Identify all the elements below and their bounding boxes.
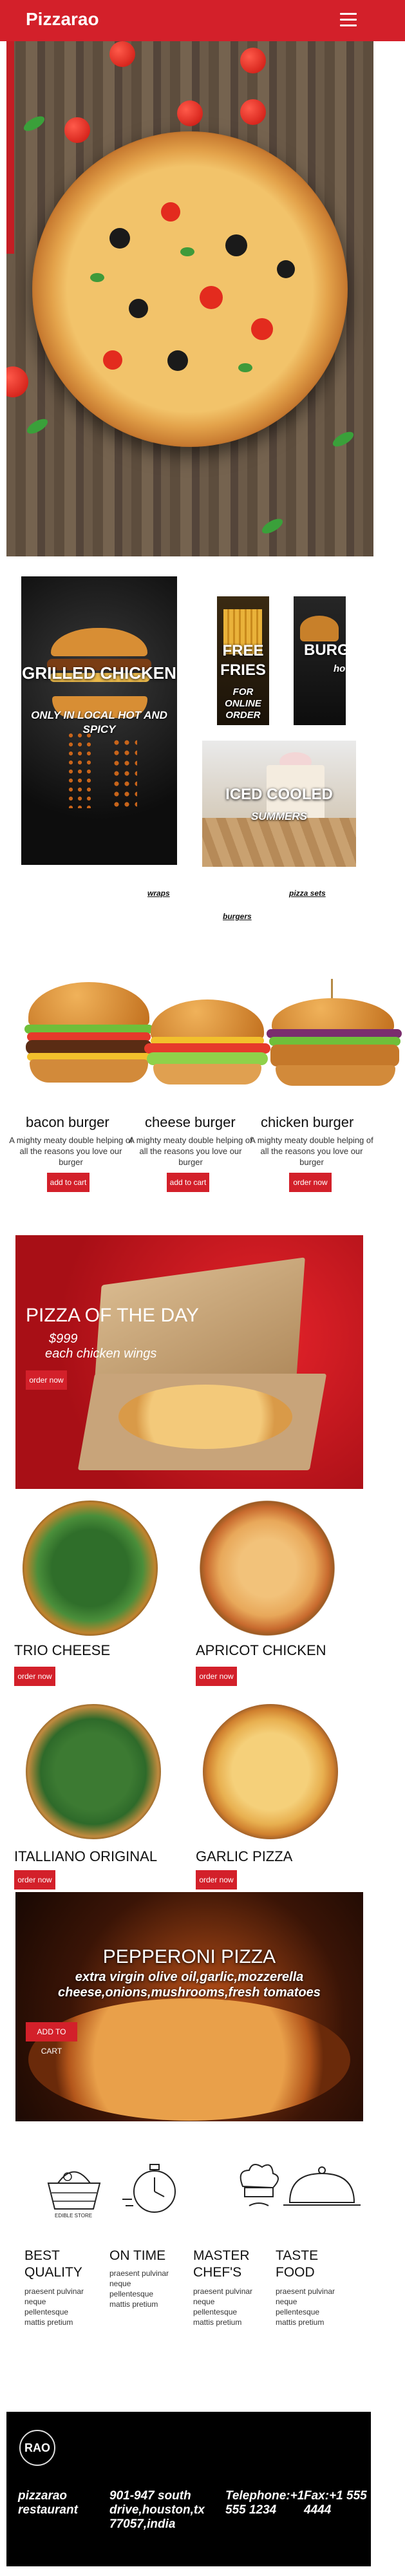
pizza-of-the-day-deal: each chicken wings [45,1347,157,1361]
add-to-cart-button[interactable]: add to cart [167,1173,209,1192]
burger-name: chicken burger [261,1114,354,1130]
footer-telephone: Telephone:+1 555 1234 [225,2489,305,2517]
pepperoni-title: PEPPERONI PIZZA [102,1946,276,1967]
card-subtitle: FOR ONLINE ORDER [225,687,261,721]
cheese-burger-image [144,999,270,1086]
burger-description: A mighty meaty double helping of all the… [129,1135,252,1167]
brand-logo-text[interactable]: Pizzarao [26,9,99,30]
pepperoni-pizza-image [28,1998,350,2121]
pizza-name: GARLIC PIZZA [196,1848,293,1864]
card-title: BURG [304,641,346,659]
category-link-wraps[interactable]: wraps [147,889,170,898]
stopwatch-icon [122,2164,176,2213]
order-now-button[interactable]: order now [196,1667,237,1686]
pizza-name: ITALLIANO ORIGINAL [14,1848,158,1864]
burger-name: cheese burger [145,1114,236,1130]
chef-hat-icon [240,2164,279,2206]
hero-pizza [32,131,348,447]
card-subtitle: ho [334,663,346,674]
card-title: FREE FRIES [220,642,266,679]
free-fries-card[interactable]: FREE FRIES FOR ONLINE ORDER [217,596,269,725]
tomato-decoration [6,366,28,397]
feature-title: TASTE FOOD [276,2248,319,2280]
pepperoni-description: extra virgin olive oil,garlic,mozzerella… [58,1970,321,2000]
chicken-burger-image [267,979,405,1088]
trio-cheese-pizza-image [23,1501,158,1636]
burger-description: A mighty meaty double helping of all the… [9,1135,133,1167]
basket-caption: EDIBLE STORE [55,2213,92,2219]
basil-leaf [259,516,285,536]
tomato-decoration [64,117,90,143]
footer-fax: Fax:+1 555 4444 [304,2489,367,2517]
cloche-icon [283,2166,361,2206]
tomato-decoration [109,41,135,67]
add-to-cart-button[interactable]: ADD TO CART [26,2022,77,2056]
navbar: Pizzarao [0,0,405,41]
order-now-button[interactable]: order now [14,1870,55,1889]
basil-leaf [21,113,47,134]
feature-description: praesent pulvinar neque pellentesque mat… [109,2269,169,2309]
basket-icon: EDIBLE STORE [47,2171,101,2219]
add-to-cart-button[interactable]: add to cart [47,1173,89,1192]
order-now-button[interactable]: order now [26,1370,67,1390]
category-link-pizza-sets[interactable]: pizza sets [289,889,326,898]
card-subtitle: ONLY IN LOCAL HOT AND SPICY [31,709,167,735]
hero-accent-strip [6,41,14,254]
tomato-decoration [177,100,203,126]
category-link-burgers[interactable]: burgers [223,912,252,921]
grilled-chicken-card[interactable]: GRILLED CHICKEN ONLY IN LOCAL HOT AND SP… [21,576,177,865]
card-title: GRILLED CHICKEN [22,663,176,683]
pizza-of-the-day-price: $999 [49,1332,78,1346]
order-now-button[interactable]: order now [14,1667,55,1686]
apricot-chicken-pizza-image [200,1501,335,1636]
feature-title: MASTER CHEF'S [193,2248,250,2280]
italliano-original-pizza-image [26,1704,161,1839]
footer: RAO pizzarao restaurant 901-947 south dr… [6,2412,371,2566]
feature-description: praesent pulvinar neque pellentesque mat… [193,2287,253,2327]
order-now-button[interactable]: order now [196,1870,237,1889]
hero-image [6,41,373,556]
hamburger-menu-icon[interactable] [340,13,357,27]
burger-description: A mighty meaty double helping of all the… [250,1135,373,1167]
feature-description: praesent pulvinar neque pellentesque mat… [24,2287,84,2327]
bacon-burger-image [24,982,153,1085]
pizza-of-the-day-banner: PIZZA OF THE DAY $999 each chicken wings… [15,1235,363,1489]
pizza-in-box [118,1385,292,1449]
feature-title: ON TIME [109,2248,166,2263]
footer-company: pizzarao restaurant [18,2489,78,2517]
feature-title: BEST QUALITY [24,2248,82,2280]
burgers-card[interactable]: BURG ho [294,596,346,725]
card-title: ICED COOLED [225,786,333,803]
burger-name: bacon burger [26,1114,109,1130]
pizza-name: TRIO CHEESE [14,1642,111,1658]
tomato-decoration [240,48,266,73]
pizza-of-the-day-title: PIZZA OF THE DAY [26,1305,199,1326]
pizza-name: APRICOT CHICKEN [196,1642,326,1658]
feature-description: praesent pulvinar neque pellentesque mat… [276,2287,335,2327]
garlic-pizza-image [203,1704,338,1839]
footer-address: 901-947 south drive,houston,tx 77057,ind… [109,2489,205,2531]
order-now-button[interactable]: order now [289,1173,332,1192]
basil-leaf [24,416,50,437]
tomato-decoration [240,99,266,125]
basil-leaf [330,429,356,450]
footer-logo[interactable]: RAO [19,2430,55,2466]
footer-logo-text: RAO [24,2441,50,2454]
card-subtitle: SUMMERS [251,810,307,822]
iced-cooled-card[interactable]: ICED COOLED SUMMERS [202,741,356,867]
pepperoni-pizza-banner: PEPPERONI PIZZA extra virgin olive oil,g… [15,1892,363,2121]
